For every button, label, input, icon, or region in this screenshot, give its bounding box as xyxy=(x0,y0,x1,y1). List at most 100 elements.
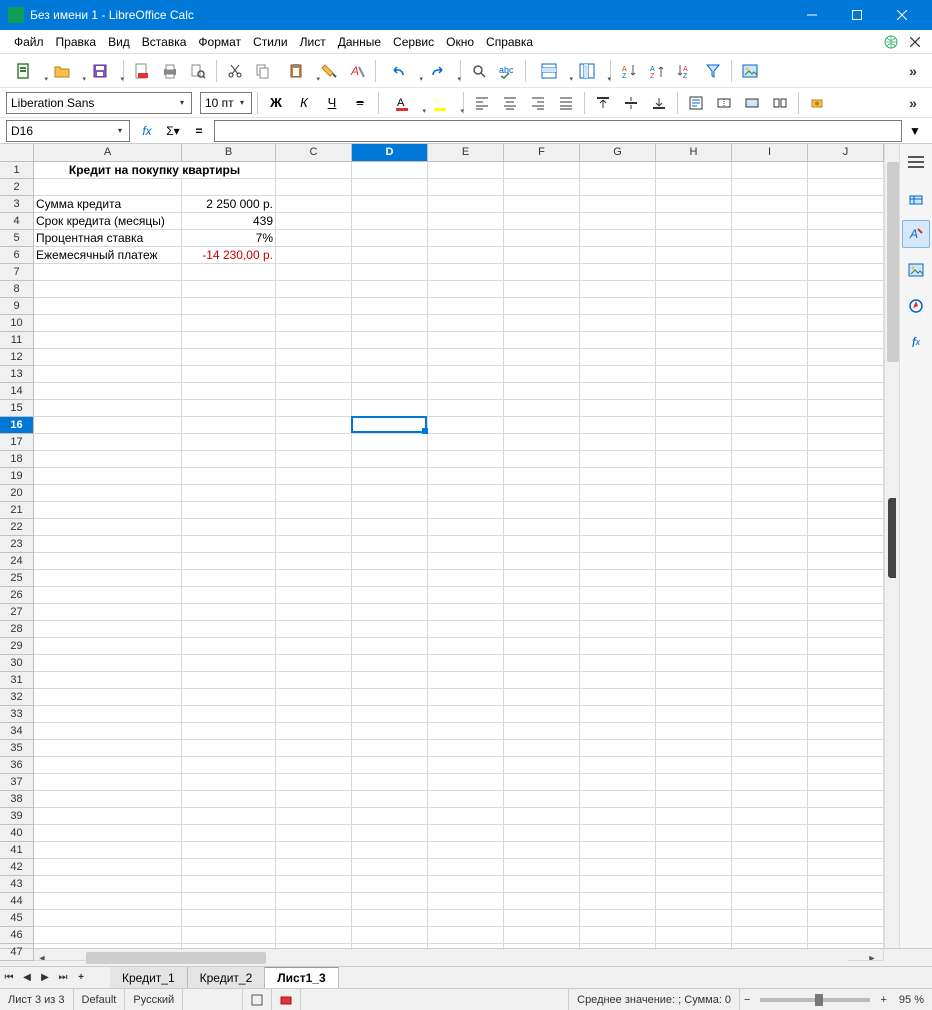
cell-H21[interactable] xyxy=(656,502,732,519)
row-header-32[interactable]: 32 xyxy=(0,689,34,706)
cell-F37[interactable] xyxy=(504,774,580,791)
formatting-overflow-button[interactable]: » xyxy=(900,90,926,116)
cell-J28[interactable] xyxy=(808,621,884,638)
cell-A30[interactable] xyxy=(34,655,182,672)
cell-H18[interactable] xyxy=(656,451,732,468)
align-bottom-button[interactable] xyxy=(646,90,672,116)
cell-A28[interactable] xyxy=(34,621,182,638)
select-all-corner[interactable] xyxy=(0,144,34,162)
cell-D35[interactable] xyxy=(352,740,428,757)
cell-E6[interactable] xyxy=(428,247,504,264)
cell-H45[interactable] xyxy=(656,910,732,927)
cell-J7[interactable] xyxy=(808,264,884,281)
cell-I22[interactable] xyxy=(732,519,808,536)
cell-F16[interactable] xyxy=(504,417,580,434)
cell-D15[interactable] xyxy=(352,400,428,417)
cell-D8[interactable] xyxy=(352,281,428,298)
redo-button[interactable] xyxy=(419,58,455,84)
cell-A38[interactable] xyxy=(34,791,182,808)
cell-F7[interactable] xyxy=(504,264,580,281)
functions-icon[interactable]: fx xyxy=(902,328,930,356)
sidebar-menu-icon[interactable] xyxy=(902,148,930,176)
row-header-4[interactable]: 4 xyxy=(0,213,34,230)
cell-D21[interactable] xyxy=(352,502,428,519)
cell-G7[interactable] xyxy=(580,264,656,281)
paste-button[interactable] xyxy=(278,58,314,84)
row-header-28[interactable]: 28 xyxy=(0,621,34,638)
cell-D14[interactable] xyxy=(352,383,428,400)
cell-C13[interactable] xyxy=(276,366,352,383)
cell-C22[interactable] xyxy=(276,519,352,536)
cell-G28[interactable] xyxy=(580,621,656,638)
cell-H10[interactable] xyxy=(656,315,732,332)
status-sheet[interactable]: Лист 3 из 3 xyxy=(0,989,74,1010)
zoom-thumb[interactable] xyxy=(815,994,823,1006)
cell-B4[interactable]: 439 xyxy=(182,213,276,230)
cell-G16[interactable] xyxy=(580,417,656,434)
cell-area[interactable]: ABCDEFGHIJ Кредит на покупку квартирыСум… xyxy=(34,144,884,948)
row-header-24[interactable]: 24 xyxy=(0,553,34,570)
export-pdf-button[interactable] xyxy=(129,58,155,84)
cell-B46[interactable] xyxy=(182,927,276,944)
menu-format[interactable]: Формат xyxy=(192,32,247,52)
cell-B43[interactable] xyxy=(182,876,276,893)
cell-F20[interactable] xyxy=(504,485,580,502)
cell-I27[interactable] xyxy=(732,604,808,621)
cell-H27[interactable] xyxy=(656,604,732,621)
cell-F3[interactable] xyxy=(504,196,580,213)
cell-H15[interactable] xyxy=(656,400,732,417)
cell-J18[interactable] xyxy=(808,451,884,468)
bold-button[interactable]: Ж xyxy=(263,90,289,116)
cell-J5[interactable] xyxy=(808,230,884,247)
cell-C40[interactable] xyxy=(276,825,352,842)
cell-G4[interactable] xyxy=(580,213,656,230)
currency-button[interactable] xyxy=(804,90,830,116)
cell-D23[interactable] xyxy=(352,536,428,553)
maximize-button[interactable] xyxy=(834,0,879,30)
cell-D3[interactable] xyxy=(352,196,428,213)
cell-D29[interactable] xyxy=(352,638,428,655)
cell-B32[interactable] xyxy=(182,689,276,706)
cell-A27[interactable] xyxy=(34,604,182,621)
cell-G42[interactable] xyxy=(580,859,656,876)
find-button[interactable] xyxy=(466,58,492,84)
cell-C37[interactable] xyxy=(276,774,352,791)
cell-H1[interactable] xyxy=(656,162,732,179)
cell-E32[interactable] xyxy=(428,689,504,706)
cell-C27[interactable] xyxy=(276,604,352,621)
cell-D12[interactable] xyxy=(352,349,428,366)
row-header-44[interactable]: 44 xyxy=(0,893,34,910)
cell-I41[interactable] xyxy=(732,842,808,859)
cell-C36[interactable] xyxy=(276,757,352,774)
menu-data[interactable]: Данные xyxy=(332,32,387,52)
cell-J43[interactable] xyxy=(808,876,884,893)
close-doc-icon[interactable] xyxy=(906,33,924,51)
cell-B10[interactable] xyxy=(182,315,276,332)
cell-I6[interactable] xyxy=(732,247,808,264)
cell-J42[interactable] xyxy=(808,859,884,876)
cell-I44[interactable] xyxy=(732,893,808,910)
cell-A11[interactable] xyxy=(34,332,182,349)
cell-I21[interactable] xyxy=(732,502,808,519)
cell-B9[interactable] xyxy=(182,298,276,315)
cell-E27[interactable] xyxy=(428,604,504,621)
cell-D27[interactable] xyxy=(352,604,428,621)
cell-D24[interactable] xyxy=(352,553,428,570)
cell-F12[interactable] xyxy=(504,349,580,366)
cell-C43[interactable] xyxy=(276,876,352,893)
cell-G11[interactable] xyxy=(580,332,656,349)
cell-G31[interactable] xyxy=(580,672,656,689)
cell-J17[interactable] xyxy=(808,434,884,451)
cell-C38[interactable] xyxy=(276,791,352,808)
cell-J29[interactable] xyxy=(808,638,884,655)
row-header-1[interactable]: 1 xyxy=(0,162,34,179)
cell-B37[interactable] xyxy=(182,774,276,791)
cell-F9[interactable] xyxy=(504,298,580,315)
column-header-C[interactable]: C xyxy=(276,144,352,162)
toolbar-overflow-button[interactable]: » xyxy=(900,58,926,84)
cell-I30[interactable] xyxy=(732,655,808,672)
cell-D39[interactable] xyxy=(352,808,428,825)
row-header-22[interactable]: 22 xyxy=(0,519,34,536)
sheet-tab-1[interactable]: Кредит_1 xyxy=(110,967,188,988)
tab-prev-button[interactable]: ◀ xyxy=(18,967,36,988)
